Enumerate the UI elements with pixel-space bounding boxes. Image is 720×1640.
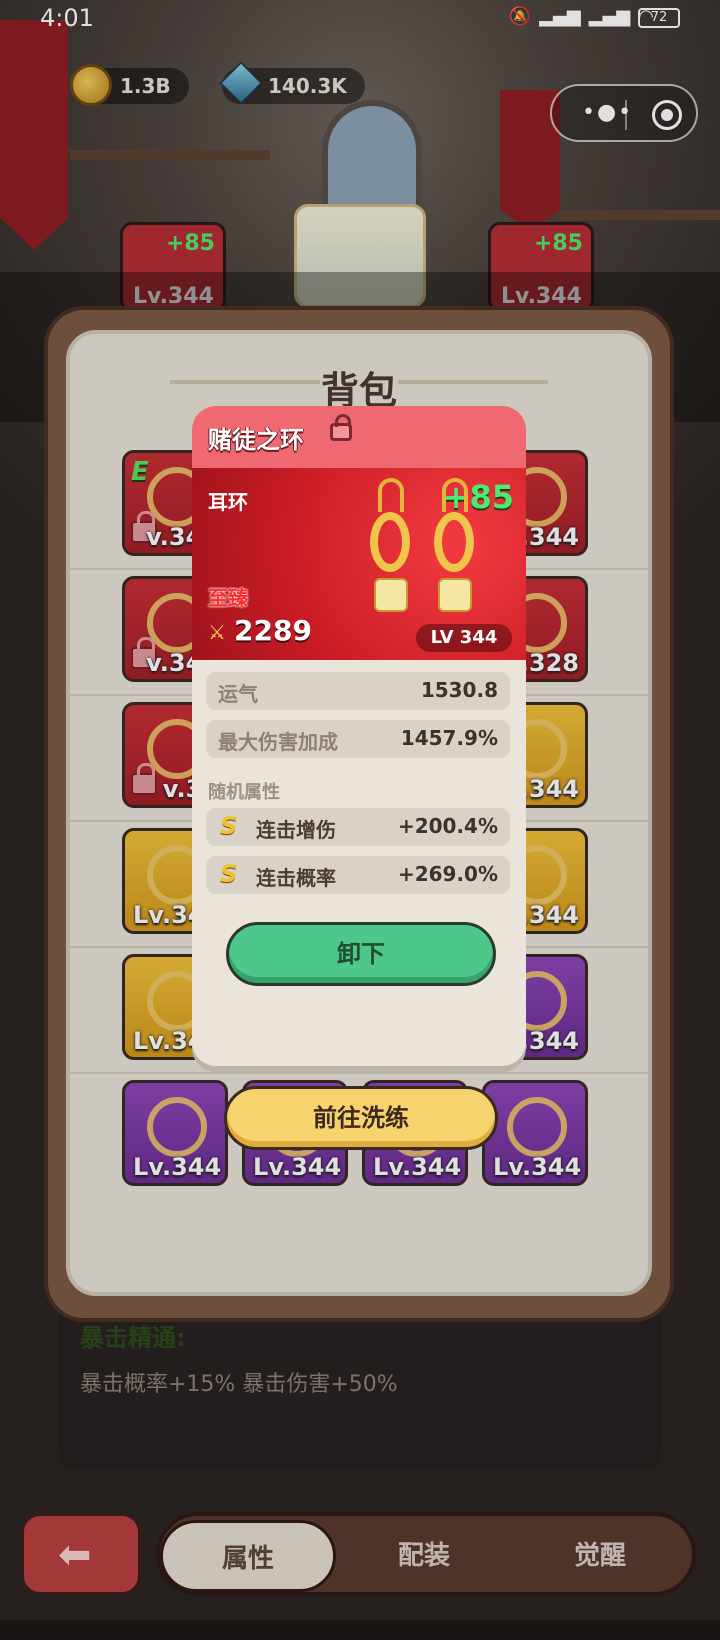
random-stat-row: S 连击增伤 +200.4% bbox=[206, 808, 510, 846]
grade-s-icon: S bbox=[220, 812, 238, 840]
item-power: 2289 bbox=[234, 614, 312, 647]
stat-value: +200.4% bbox=[397, 814, 498, 838]
stat-label: 运气 bbox=[218, 682, 258, 706]
earring-icon bbox=[428, 478, 484, 628]
item-type: 耳环 bbox=[208, 490, 248, 514]
random-stat-row: S 连击概率 +269.0% bbox=[206, 856, 510, 894]
stat-label: 连击增伤 bbox=[256, 818, 336, 842]
sword-icon: ⚔ bbox=[208, 620, 226, 644]
stat-label: 连击概率 bbox=[256, 866, 336, 890]
item-rarity: 至臻 bbox=[208, 586, 248, 610]
unequip-button[interactable]: 卸下 bbox=[226, 922, 496, 986]
stat-value: +269.0% bbox=[397, 862, 498, 886]
grade-s-icon: S bbox=[220, 860, 238, 888]
item-name: 赌徒之环 bbox=[208, 426, 304, 454]
item-detail-popup: 赌徒之环 耳环 +85 至臻 ⚔ 2289 LV 344 运气 1530.8 最… bbox=[192, 406, 526, 1066]
stat-row: 运气 1530.8 bbox=[206, 672, 510, 710]
earring-icon bbox=[364, 478, 420, 628]
item-level: LV 344 bbox=[416, 624, 512, 652]
item-art: 耳环 +85 至臻 ⚔ 2289 LV 344 bbox=[192, 468, 526, 660]
refine-button[interactable]: 前往洗练 bbox=[224, 1086, 498, 1150]
stat-value: 1457.9% bbox=[400, 726, 498, 750]
random-attributes-title: 随机属性 bbox=[208, 782, 280, 803]
stat-row: 最大伤害加成 1457.9% bbox=[206, 720, 510, 758]
lock-icon[interactable] bbox=[330, 414, 352, 441]
popup-header: 赌徒之环 bbox=[192, 406, 526, 468]
stat-label: 最大伤害加成 bbox=[218, 730, 338, 754]
stat-value: 1530.8 bbox=[420, 678, 498, 702]
